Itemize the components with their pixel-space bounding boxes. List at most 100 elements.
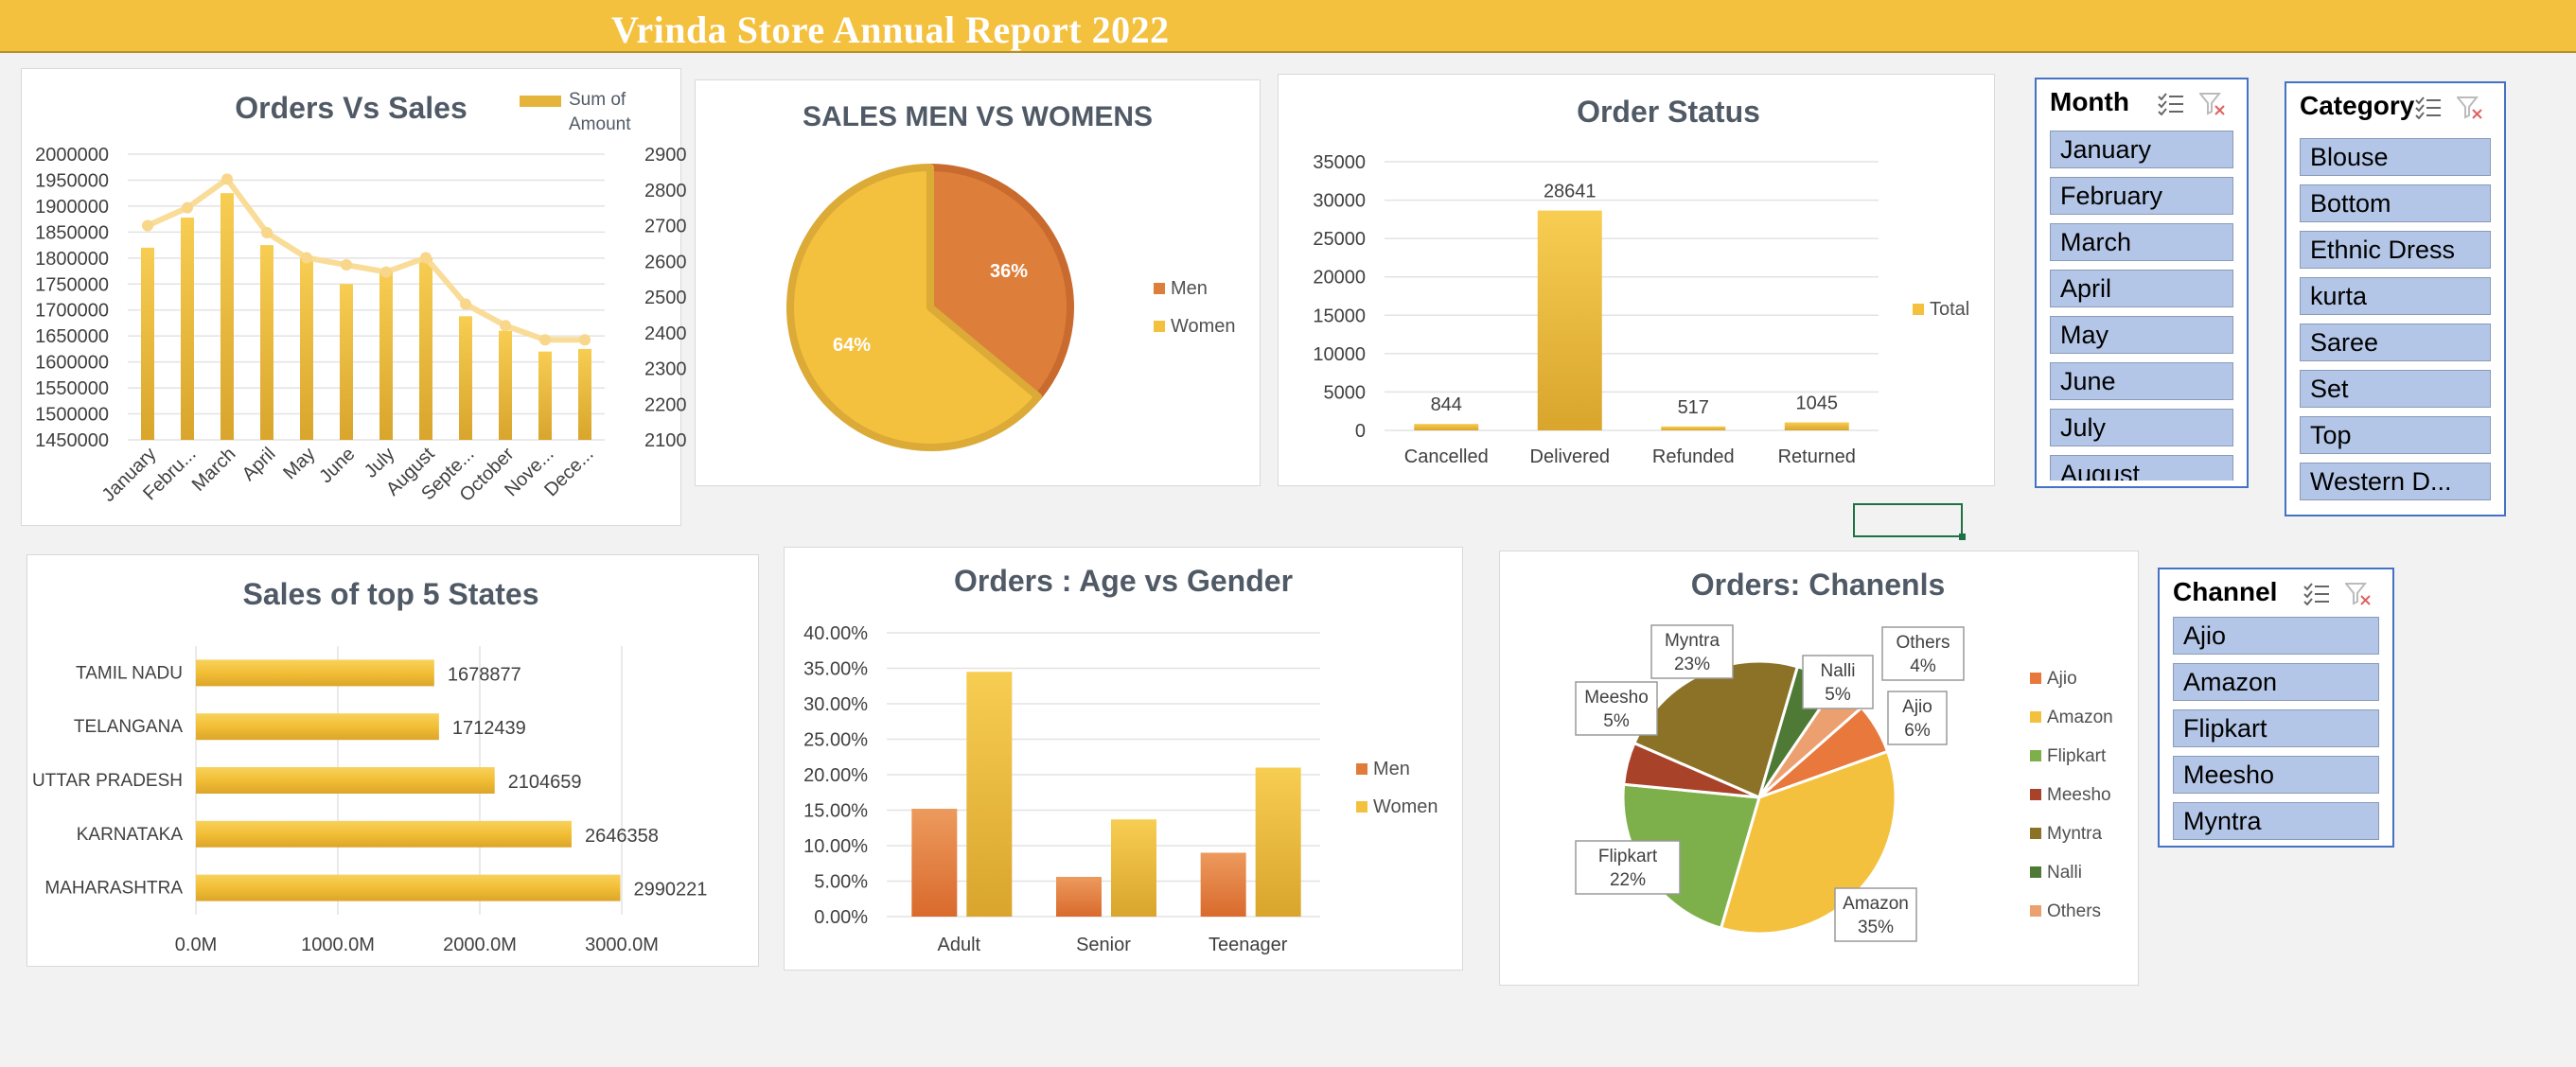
slicer-item-channel[interactable]: Ajio xyxy=(2173,617,2379,655)
legend-swatch xyxy=(2030,866,2041,878)
channel-slicer[interactable]: Channel Ajio Amazon Flipkart Meesho Myntra xyxy=(2158,568,2394,848)
line-point xyxy=(420,252,432,264)
legend-swatch xyxy=(1154,283,1165,294)
slicer-item-category[interactable]: Blouse xyxy=(2300,138,2491,176)
legend-label: Myntra xyxy=(2047,824,2103,844)
bar xyxy=(300,257,313,440)
slicer-item-month[interactable]: February xyxy=(2050,177,2233,215)
x-tick-label: Adult xyxy=(938,935,981,955)
multi-select-icon[interactable] xyxy=(2415,96,2442,119)
callout-name: Others xyxy=(1896,633,1950,653)
legend-swatch xyxy=(520,96,561,107)
callout-name: Myntra xyxy=(1665,631,1720,651)
channel-slicer-header: Channel xyxy=(2173,577,2278,606)
bar xyxy=(379,271,393,440)
slicer-item-channel[interactable]: Meesho xyxy=(2173,756,2379,794)
y-tick-label: 1950000 xyxy=(35,170,109,191)
multi-select-icon[interactable] xyxy=(2303,583,2330,605)
legend-label: Nalli xyxy=(2047,863,2082,883)
slicer-item-month[interactable]: April xyxy=(2050,270,2233,307)
legend-label: Others xyxy=(2047,901,2101,921)
selected-cell[interactable] xyxy=(1853,503,1963,537)
line-point xyxy=(579,334,591,346)
callout-label: Others 4% xyxy=(1881,626,1965,681)
slicer-item-channel[interactable]: Myntra xyxy=(2173,802,2379,840)
slicer-item-category[interactable]: Ethnic Dress xyxy=(2300,231,2491,269)
slicer-item-category[interactable]: Top xyxy=(2300,416,2491,454)
callout-value: 6% xyxy=(1904,721,1931,741)
y-tick-label: 10.00% xyxy=(803,836,868,857)
line-point xyxy=(301,252,312,264)
fill-handle[interactable] xyxy=(1959,534,1966,540)
y-tick-label: 15.00% xyxy=(803,801,868,822)
y-tick-label: 5.00% xyxy=(814,872,868,893)
slicer-item-month[interactable]: March xyxy=(2050,223,2233,261)
y-tick-label: 35.00% xyxy=(803,659,868,680)
data-label: 2990221 xyxy=(634,880,708,901)
slicer-item-month[interactable]: May xyxy=(2050,316,2233,354)
legend-label: Ajio xyxy=(2047,669,2077,689)
y2-tick-label: 2800 xyxy=(644,181,687,201)
legend-swatch xyxy=(2030,711,2041,723)
bar xyxy=(578,348,591,440)
y-tick-label: 40.00% xyxy=(803,623,868,644)
legend-label: Men xyxy=(1171,278,1208,299)
y-tick-label: 1650000 xyxy=(35,326,109,347)
top-states-panel[interactable]: Sales of top 5 States 0.0M 1000.0M 2000.0M 3… xyxy=(26,554,759,967)
data-label: 2104659 xyxy=(508,772,582,793)
callout-label: Meesho 5% xyxy=(1575,681,1658,736)
channel-slicer-list: Ajio Amazon Flipkart Meesho Myntra xyxy=(2173,617,2379,840)
bar xyxy=(196,659,434,687)
y-tick-label: 20.00% xyxy=(803,765,868,786)
orders-channels-panel[interactable]: Orders: Chanenls Ajio 6% Amazon 35% Flipkart 2… xyxy=(1499,551,2139,986)
legend-label: Women xyxy=(1373,796,1438,817)
legend-label: Men xyxy=(1373,759,1410,779)
clear-filter-icon[interactable] xyxy=(2345,583,2372,605)
slicer-item-category[interactable]: Western D... xyxy=(2300,463,2491,500)
y-tick-label: TAMIL NADU xyxy=(76,663,183,683)
order-status-chart: Order Status 35000 30000 25000 20000 15000 100… xyxy=(1313,95,1969,467)
slicer-item-category[interactable]: Bottom xyxy=(2300,184,2491,222)
line-point xyxy=(261,227,273,239)
month-slicer[interactable]: Month January February March April May June Ju… xyxy=(2035,78,2249,488)
orders-channels-chart: Orders: Chanenls Ajio 6% Amazon 35% Flipkart 2… xyxy=(1575,568,2113,942)
orders-vs-sales-panel[interactable]: Orders Vs Sales Sum of Amount 2000000 195000… xyxy=(21,68,687,526)
slicer-item-channel[interactable]: Amazon xyxy=(2173,663,2379,701)
legend-label: Sum of xyxy=(569,90,626,110)
x-tick-label: 1000.0M xyxy=(301,935,375,955)
y2-tick-label: 2700 xyxy=(644,217,687,237)
y-tick-label: 25000 xyxy=(1313,229,1366,250)
data-label: 2646358 xyxy=(585,826,659,847)
x-tick-label: 0.0M xyxy=(175,935,217,955)
x-tick-label: May xyxy=(279,444,319,483)
bar xyxy=(1255,767,1301,917)
slicer-item-month[interactable]: August xyxy=(2050,455,2233,481)
callout-label: Nalli 5% xyxy=(1802,655,1874,709)
y-tick-label: 20000 xyxy=(1313,268,1366,289)
age-gender-panel[interactable]: Orders : Age vs Gender 40.00% 35.00% 30.00%… xyxy=(784,547,1463,971)
legend-swatch xyxy=(2030,905,2041,917)
bar xyxy=(221,193,234,440)
category-slicer[interactable]: Category Blouse Bottom Ethnic Dress kurta Sa… xyxy=(2285,81,2506,516)
bar xyxy=(1414,424,1479,430)
callout-label: Flipkart 22% xyxy=(1575,840,1681,895)
clear-filter-icon[interactable] xyxy=(2199,93,2226,115)
data-label: 28641 xyxy=(1544,182,1597,202)
slicer-item-category[interactable]: Saree xyxy=(2300,324,2491,361)
slicer-item-channel[interactable]: Flipkart xyxy=(2173,709,2379,747)
clear-filter-icon[interactable] xyxy=(2457,96,2483,119)
slicer-item-category[interactable]: kurta xyxy=(2300,277,2491,315)
legend-swatch xyxy=(1154,321,1165,332)
multi-select-icon[interactable] xyxy=(2158,93,2184,115)
sales-men-women-panel[interactable]: SALES MEN VS WOMENS 36% 64% Men Women xyxy=(695,79,1261,486)
x-tick-label: Teenager xyxy=(1209,935,1288,955)
legend-swatch xyxy=(1356,763,1367,775)
slicer-item-category[interactable]: Set xyxy=(2300,370,2491,408)
slicer-item-month[interactable]: January xyxy=(2050,131,2233,168)
report-banner: Vrinda Store Annual Report 2022 xyxy=(0,0,2576,53)
bar xyxy=(966,672,1013,917)
slicer-item-month[interactable]: June xyxy=(2050,362,2233,400)
slicer-item-month[interactable]: July xyxy=(2050,409,2233,446)
order-status-panel[interactable]: Order Status 35000 30000 25000 20000 15000 100… xyxy=(1278,74,1995,486)
y-tick-label: 1750000 xyxy=(35,274,109,295)
